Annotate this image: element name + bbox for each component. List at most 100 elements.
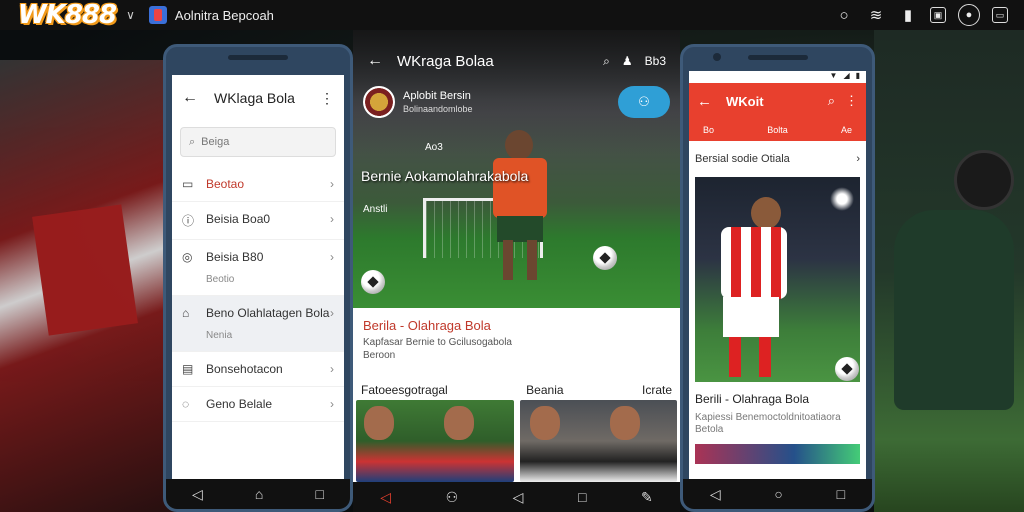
- calendar-icon: ▤: [182, 362, 194, 376]
- menu-item-beisia-boa0[interactable]: ⓘ Beisia Boa0 ›: [172, 202, 344, 240]
- article-card[interactable]: Berila - Olahraga Bola Kapfasar Bernie t…: [353, 308, 680, 380]
- chat-bubble-icon[interactable]: ○: [834, 5, 854, 25]
- info-icon: ⓘ: [182, 214, 195, 228]
- search-icon[interactable]: ⌕: [828, 93, 835, 109]
- header-action[interactable]: Bb3: [645, 54, 666, 69]
- article-desc-line2: Betola: [695, 424, 724, 435]
- nav-back-icon[interactable]: ◁: [380, 489, 391, 506]
- article-caption[interactable]: Berili - Olahraga Bola Kapiessi Benemoct…: [689, 382, 866, 436]
- chevron-right-icon: ›: [330, 212, 334, 226]
- app-icon: [148, 6, 167, 24]
- status-bar: ▼ ◢ ▮: [689, 71, 866, 83]
- news-tabs: Bo Bolta Ae: [689, 119, 866, 141]
- nav-people-icon[interactable]: ⚇: [446, 489, 459, 506]
- wifi-icon[interactable]: ≋: [866, 5, 886, 25]
- menu-item-bonsehotacon[interactable]: ▤ Bonsehotacon ›: [172, 352, 344, 387]
- top-bar: WK888 ∨ Aolnitra Bepcoah ○ ≋ ▮ ▣ ● ▭: [0, 0, 1024, 30]
- message-icon: ▭: [182, 177, 194, 191]
- menu-item-label: Beisia B80: [206, 250, 264, 264]
- record-icon[interactable]: ●: [958, 4, 980, 26]
- phone-menu: ← WKlaga Bola ⋮ ⌕ Beiga ▭ Beotao › ⓘ Bei…: [163, 44, 353, 512]
- tab-0[interactable]: Bo: [703, 125, 714, 135]
- system-tray: ○ ≋ ▮ ▣ ● ▭: [834, 4, 1008, 26]
- chevron-down-icon[interactable]: ∨: [126, 8, 135, 22]
- brand-title: Aplobit Bersin: [403, 90, 471, 102]
- menu-item-sub: Beotio: [206, 274, 235, 285]
- nav-recents-icon[interactable]: □: [578, 489, 586, 505]
- chevron-right-icon: ›: [330, 397, 334, 411]
- menu-item-label: Beotao: [206, 177, 245, 191]
- image-icon[interactable]: ▣: [930, 7, 946, 23]
- menu-item-beotao[interactable]: ▭ Beotao ›: [172, 167, 344, 202]
- article-player: [715, 197, 787, 377]
- tab-1[interactable]: Beania: [526, 383, 563, 397]
- article-desc-line2: Beroon: [363, 349, 396, 361]
- chevron-right-icon: ›: [330, 177, 334, 191]
- brand-sub: Bolinaandomlobe: [403, 104, 473, 114]
- more-vert-icon[interactable]: ⋮: [845, 93, 858, 109]
- tab-2[interactable]: Icrate: [642, 383, 672, 397]
- nav-home-icon[interactable]: ○: [774, 486, 782, 502]
- search-icon[interactable]: ⌕: [603, 54, 610, 69]
- signal-icon: ▼: [829, 71, 838, 80]
- article-desc: Kapiessi Benemoctoldnitoatiaora Betola: [695, 412, 860, 436]
- nav-back-icon[interactable]: ◁: [513, 489, 524, 506]
- search-input[interactable]: ⌕ Beiga: [180, 127, 336, 157]
- hero-caption: Bernie Aokamolahrakabola: [361, 168, 529, 184]
- chevron-right-icon: ›: [330, 250, 334, 264]
- tab-2[interactable]: Ae: [841, 125, 852, 135]
- back-arrow-icon[interactable]: ←: [697, 93, 712, 110]
- news-app-title: WKoit: [726, 93, 764, 109]
- person-icon[interactable]: ♟: [622, 54, 633, 69]
- menu-item-geno-belale[interactable]: ◌ Geno Belale ›: [172, 387, 344, 422]
- menu-item-label: Bonsehotacon: [206, 362, 283, 376]
- thumbnail-strip[interactable]: [695, 444, 860, 464]
- hero-small-label: Ao3: [425, 142, 443, 153]
- stadium-light: [830, 187, 854, 211]
- menu-item-sub: Nenia: [206, 330, 233, 341]
- section-header[interactable]: Bersial sodie Otiala ›: [689, 141, 866, 171]
- thumbnail-image[interactable]: [519, 400, 677, 482]
- window-icon[interactable]: ▭: [992, 7, 1008, 23]
- news-header: ← WKoit ⌕ ⋮: [689, 83, 866, 119]
- tab-1[interactable]: Bolta: [767, 125, 788, 135]
- nav-back-icon[interactable]: ◁: [192, 486, 203, 503]
- people-icon[interactable]: ⚇: [618, 86, 670, 118]
- brand-logo[interactable]: WK888: [18, 0, 117, 30]
- article-desc: Kapfasar Bernie to Gcilusogabola Beroon: [363, 337, 670, 362]
- nav-recents-icon[interactable]: □: [315, 486, 323, 502]
- menu-item-beisia-b80[interactable]: ◎ Beisia B80 Beotio ›: [172, 240, 344, 296]
- nav-home-icon[interactable]: ⌂: [255, 486, 263, 502]
- nav-recents-icon[interactable]: □: [837, 486, 845, 502]
- wifi-icon: ◢: [843, 71, 850, 80]
- article-title: Berili - Olahraga Bola: [695, 392, 810, 406]
- article-image[interactable]: [695, 177, 860, 382]
- football: [835, 357, 859, 381]
- tab-0[interactable]: Fatoeesgotragal: [361, 383, 448, 397]
- more-vert-icon[interactable]: ⋮: [320, 90, 334, 107]
- menu-title: WKlaga Bola: [214, 90, 295, 106]
- football: [593, 246, 617, 270]
- chevron-right-icon: ›: [330, 362, 334, 376]
- article-tabs: Fatoeesgotragal Beania Icrate: [353, 380, 680, 400]
- nav-back-icon[interactable]: ◁: [710, 486, 721, 503]
- article-desc-line1: Kapfasar Bernie to Gcilusogabola: [363, 337, 512, 348]
- back-arrow-icon[interactable]: ←: [367, 52, 383, 70]
- thumbnail-image[interactable]: [356, 400, 514, 482]
- phone-speaker: [228, 55, 288, 60]
- phone-nav-bar: ◁ ○ □: [683, 479, 872, 509]
- signal-icon[interactable]: ▮: [898, 5, 918, 25]
- menu-item-label: Geno Belale: [206, 397, 273, 411]
- article-desc-line1: Kapiessi Benemoctoldnitoatiaora: [695, 412, 841, 423]
- phone-news-screen: ▼ ◢ ▮ ← WKoit ⌕ ⋮ Bo Bolta Ae Bersial so…: [689, 71, 866, 479]
- back-arrow-icon[interactable]: ←: [182, 89, 198, 107]
- battery-icon: ▮: [855, 71, 860, 80]
- nav-edit-icon[interactable]: ✎: [641, 489, 653, 506]
- menu-header: ← WKlaga Bola ⋮: [172, 75, 344, 121]
- article-app-title: WKraga Bolaa: [397, 52, 494, 70]
- phone-news: ▼ ◢ ▮ ← WKoit ⌕ ⋮ Bo Bolta Ae Bersial so…: [680, 44, 875, 512]
- menu-item-olahraga[interactable]: ⌂ Beno Olahlatagen Bola Nenia ›: [172, 296, 344, 352]
- club-badge: [363, 86, 395, 118]
- chevron-right-icon: ›: [856, 153, 860, 165]
- hero-small-label-2: Anstli: [363, 204, 388, 215]
